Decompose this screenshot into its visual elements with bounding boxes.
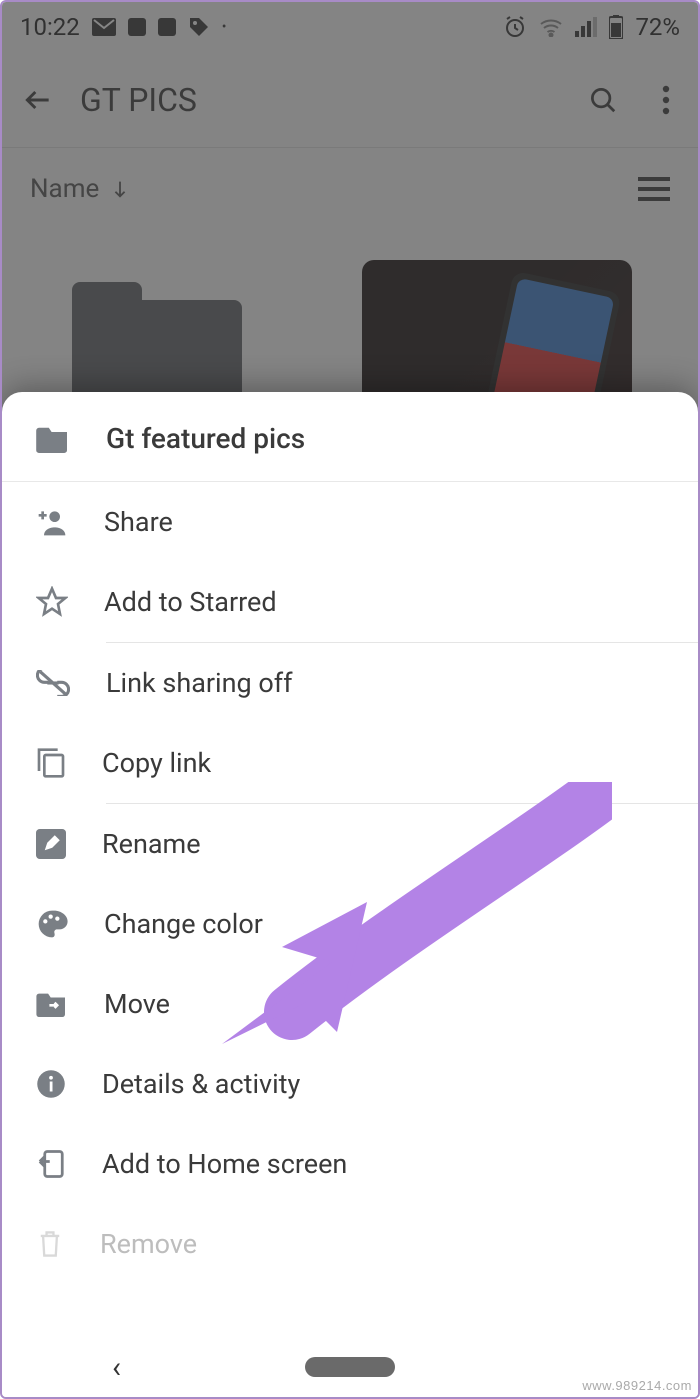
link-off-icon	[36, 670, 70, 696]
add-to-home-icon	[36, 1149, 66, 1179]
menu-link-sharing-off[interactable]: Link sharing off	[2, 643, 698, 723]
menu-label: Copy link	[102, 747, 211, 779]
menu-label: Add to Home screen	[102, 1148, 347, 1180]
sheet-header: Gt featured pics	[2, 392, 698, 482]
menu-label: Move	[104, 988, 170, 1020]
star-outline-icon	[36, 586, 68, 618]
trash-icon	[36, 1229, 64, 1259]
folder-icon	[36, 425, 70, 453]
nav-back-icon[interactable]: ‹	[112, 1350, 121, 1385]
menu-label: Share	[104, 506, 173, 538]
menu-remove[interactable]: Remove	[2, 1204, 698, 1284]
person-add-icon	[36, 508, 68, 536]
info-icon	[36, 1069, 66, 1099]
palette-icon	[36, 908, 68, 940]
menu-label: Add to Starred	[104, 586, 277, 618]
menu-label: Link sharing off	[106, 667, 293, 699]
menu-add-home-screen[interactable]: Add to Home screen	[2, 1124, 698, 1204]
menu-label: Change color	[104, 908, 263, 940]
folder-move-icon	[36, 991, 68, 1017]
menu-change-color[interactable]: Change color	[2, 884, 698, 964]
sheet-menu: Share Add to Starred Link sharing off Co…	[2, 482, 698, 1397]
menu-share[interactable]: Share	[2, 482, 698, 562]
menu-details-activity[interactable]: Details & activity	[2, 1044, 698, 1124]
menu-label: Remove	[100, 1228, 197, 1260]
menu-label: Details & activity	[102, 1068, 300, 1100]
menu-add-starred[interactable]: Add to Starred	[2, 562, 698, 642]
sheet-title: Gt featured pics	[106, 422, 305, 455]
menu-rename[interactable]: Rename	[2, 804, 698, 884]
menu-copy-link[interactable]: Copy link	[2, 723, 698, 803]
rename-icon	[36, 829, 66, 859]
nav-home-pill[interactable]	[305, 1357, 395, 1377]
menu-label: Rename	[102, 828, 201, 860]
bottom-sheet: Gt featured pics Share Add to Starred Li…	[2, 392, 698, 1397]
watermark: www.989214.com	[582, 1378, 692, 1393]
menu-move[interactable]: Move	[2, 964, 698, 1044]
copy-icon	[36, 747, 66, 779]
